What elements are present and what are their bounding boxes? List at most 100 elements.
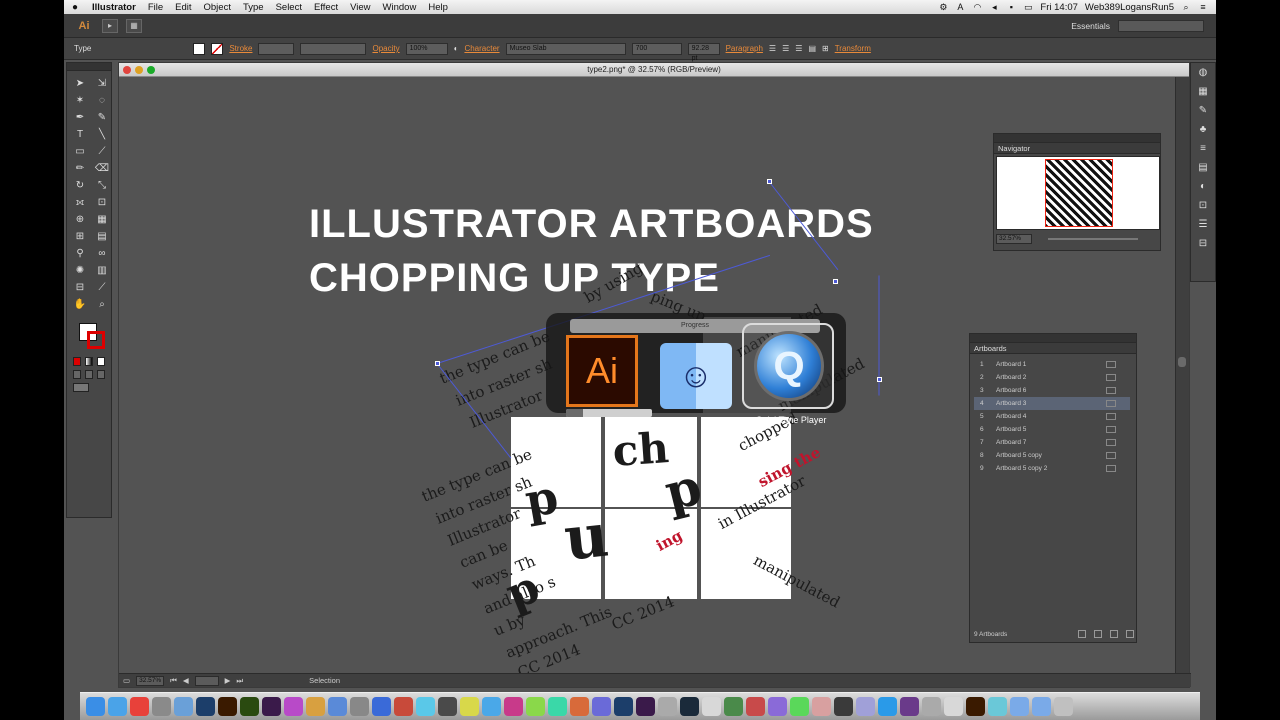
menu-file[interactable]: File [142, 2, 169, 13]
vertical-scrollbar[interactable] [1175, 77, 1189, 675]
pencil-tool-icon[interactable]: ✏ [71, 160, 89, 177]
canvas[interactable]: ILLUSTRATOR ARTBOARDS CHOPPING UP TYPE t… [119, 77, 1175, 675]
app-icon[interactable] [592, 697, 611, 716]
first-artboard-icon[interactable]: ⏮ [170, 676, 177, 686]
arrange-documents-button[interactable]: ▦ [126, 18, 142, 33]
artboards-panel-header[interactable] [970, 334, 1136, 343]
layers-panel-icon[interactable]: ☰ [1191, 215, 1215, 234]
paintbrush-tool-icon[interactable]: ⟋ [93, 143, 111, 160]
adobe-status-icon[interactable]: A [955, 2, 965, 12]
last-artboard-icon[interactable]: ⏭ [236, 676, 243, 686]
menubar-clock[interactable]: Fri 14:07 [1040, 2, 1078, 13]
menu-view[interactable]: View [344, 2, 376, 13]
artboard-tile[interactable] [701, 509, 791, 599]
eyedropper-tool-icon[interactable]: ⚲ [71, 245, 89, 262]
stroke-panel-icon[interactable]: ≡ [1191, 139, 1215, 158]
scale-tool-icon[interactable]: ⤡ [93, 177, 111, 194]
gradient-panel-icon[interactable]: ▤ [1191, 158, 1215, 177]
previous-artboard-icon[interactable]: ◀ [183, 676, 189, 685]
artboard-options-icon[interactable] [1106, 374, 1116, 381]
mail-icon[interactable] [174, 697, 193, 716]
artboard-row[interactable]: 1 Artboard 1 [974, 358, 1130, 371]
trash-icon[interactable] [1054, 697, 1073, 716]
artboard-row[interactable]: 5 Artboard 4 [974, 410, 1130, 423]
free-transform-tool-icon[interactable]: ⊡ [93, 194, 111, 211]
font-family-field[interactable]: Museo Slab [505, 42, 626, 55]
transform-link[interactable]: Transform [835, 44, 871, 53]
document-title-bar[interactable]: type2.png* @ 32.57% (RGB/Preview) [119, 63, 1189, 77]
wifi-icon[interactable]: ◠ [972, 2, 982, 12]
stroke-link[interactable]: Stroke [229, 44, 252, 53]
more-options-icon[interactable]: ⊞ [822, 44, 829, 53]
status-zoom-field[interactable]: 32.57% [136, 675, 165, 686]
eraser-tool-icon[interactable]: ⌫ [93, 160, 111, 177]
menu-edit[interactable]: Edit [169, 2, 197, 13]
photoshop-icon[interactable] [196, 697, 215, 716]
artboard-row[interactable]: 7 Artboard 7 [974, 436, 1130, 449]
align-objects-icon[interactable]: ▤ [808, 44, 816, 53]
apple-menu-icon[interactable]: ● [64, 2, 86, 13]
pen-tool-icon[interactable]: ✒ [71, 109, 89, 126]
app-icon[interactable] [394, 697, 413, 716]
app-icon[interactable] [790, 697, 809, 716]
artboard-options-icon[interactable] [1106, 426, 1116, 433]
navigator-tab[interactable]: Navigator [994, 143, 1160, 154]
draw-inside-icon[interactable] [97, 370, 105, 379]
app-icon[interactable] [856, 697, 875, 716]
status-menu-icon[interactable]: ▭ [123, 676, 130, 685]
artboards-tab[interactable]: Artboards [970, 343, 1136, 354]
workspace-label[interactable]: Essentials [1071, 21, 1110, 31]
perspective-grid-tool-icon[interactable]: ▦ [93, 211, 111, 228]
align-right-icon[interactable]: ☰ [795, 44, 802, 53]
artboard-options-icon[interactable] [1106, 413, 1116, 420]
volume-icon[interactable]: ◂ [989, 2, 999, 12]
transparency-panel-icon[interactable]: ◐ [1191, 177, 1215, 196]
minimize-window-icon[interactable] [135, 66, 143, 74]
shape-builder-tool-icon[interactable]: ⊕ [71, 211, 89, 228]
gradient-mode-icon[interactable] [85, 357, 93, 366]
next-artboard-icon[interactable]: ▶ [225, 676, 231, 685]
skype-icon[interactable] [878, 697, 897, 716]
spotlight-search-icon[interactable]: ⌕ [1181, 2, 1191, 12]
app-icon[interactable] [438, 697, 457, 716]
gradient-tool-icon[interactable]: ▤ [93, 228, 111, 245]
app-icon[interactable] [724, 697, 743, 716]
bridge-button[interactable]: ▸ [102, 18, 118, 33]
app-icon[interactable] [768, 697, 787, 716]
app-icon[interactable] [812, 697, 831, 716]
app-icon[interactable] [416, 697, 435, 716]
paragraph-link[interactable]: Paragraph [726, 44, 763, 53]
app-icon[interactable] [460, 697, 479, 716]
artboard-options-icon[interactable] [1106, 452, 1116, 459]
line-tool-icon[interactable]: ╲ [93, 126, 111, 143]
app-icon[interactable] [504, 697, 523, 716]
premiere-icon[interactable] [636, 697, 655, 716]
artboard-options-icon[interactable] [1106, 439, 1116, 446]
rotate-tool-icon[interactable]: ↻ [71, 177, 89, 194]
symbols-panel-icon[interactable]: ♣ [1191, 120, 1215, 139]
lasso-tool-icon[interactable]: ◌ [93, 92, 111, 109]
app-icon[interactable] [702, 697, 721, 716]
fill-swatch[interactable] [193, 42, 206, 55]
lightroom-icon[interactable] [680, 697, 699, 716]
artboard-options-icon[interactable] [1106, 361, 1116, 368]
align-left-icon[interactable]: ☰ [769, 44, 776, 53]
menubar-user[interactable]: Web389LogansRun5 [1085, 2, 1174, 13]
stroke-color-swatch[interactable] [87, 331, 105, 349]
artboards-panel-icon[interactable]: ⊟ [1191, 234, 1215, 253]
folder-icon[interactable] [1010, 697, 1029, 716]
twitter-icon[interactable] [482, 697, 501, 716]
stroke-swatch[interactable] [211, 42, 224, 55]
menu-object[interactable]: Object [198, 2, 237, 13]
gear-status-icon[interactable]: ⚙ [938, 2, 948, 12]
appearance-panel-icon[interactable]: ⊡ [1191, 196, 1215, 215]
app-icon[interactable] [900, 697, 919, 716]
finder-icon[interactable] [86, 697, 105, 716]
font-size-field[interactable]: 92.28 pt [687, 42, 720, 62]
app-icon[interactable] [306, 697, 325, 716]
draw-behind-icon[interactable] [85, 370, 93, 379]
app-icon[interactable] [548, 697, 567, 716]
magic-wand-tool-icon[interactable]: ✶ [71, 92, 89, 109]
artboard-row-selected[interactable]: 4 Artboard 3 [974, 397, 1130, 410]
screen-mode-icon[interactable] [73, 383, 89, 392]
